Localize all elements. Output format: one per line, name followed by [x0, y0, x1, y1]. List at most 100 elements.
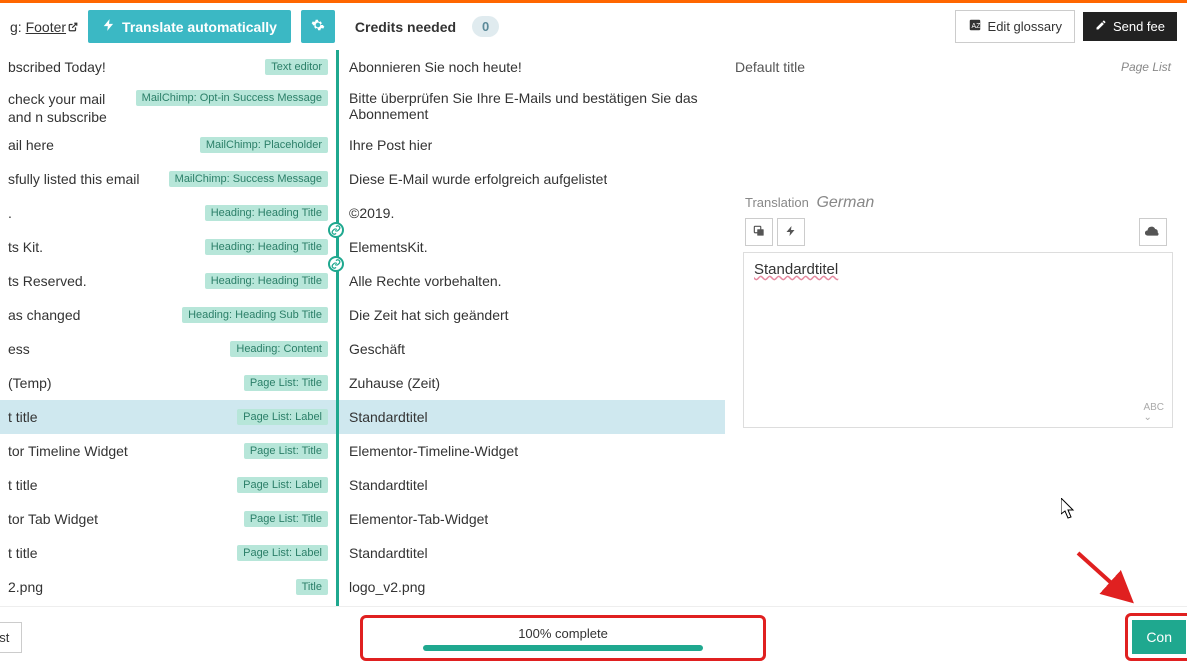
complete-button[interactable]: Con: [1132, 620, 1186, 654]
source-row[interactable]: t titlePage List: Label: [0, 468, 336, 502]
target-text: ElementsKit.: [349, 239, 428, 255]
copy-source-button[interactable]: [745, 218, 773, 246]
source-row[interactable]: ts Reserved.Heading: Heading Title: [0, 264, 336, 298]
source-row[interactable]: ts Kit.Heading: Heading Title: [0, 230, 336, 264]
target-row[interactable]: Standardtitel: [339, 536, 725, 570]
source-text: tor Timeline Widget: [8, 443, 244, 459]
target-row[interactable]: Abonnieren Sie noch heute!: [339, 50, 725, 84]
translate-button-label: Translate automatically: [122, 19, 277, 35]
source-row[interactable]: tor Tab WidgetPage List: Title: [0, 502, 336, 536]
cloud-button[interactable]: [1139, 218, 1167, 246]
glossary-icon: AZ: [968, 18, 982, 35]
source-row[interactable]: essHeading: Content: [0, 332, 336, 366]
source-row[interactable]: t titlePage List: Label: [0, 400, 336, 434]
target-text: Elementor-Timeline-Widget: [349, 443, 518, 459]
target-row[interactable]: Alle Rechte vorbehalten.: [339, 264, 725, 298]
target-row[interactable]: ElementsKit.: [339, 230, 725, 264]
send-feedback-button[interactable]: Send fee: [1083, 12, 1177, 41]
topbar-left: g: Footer Translate automatically Credit…: [10, 10, 499, 43]
copy-icon: [752, 224, 766, 241]
source-text: check your mail and n subscribe: [8, 90, 136, 126]
target-row[interactable]: Elementor-Tab-Widget: [339, 502, 725, 536]
source-row[interactable]: 2.pngTitle: [0, 570, 336, 604]
source-text: ail here: [8, 137, 200, 153]
edit-glossary-button[interactable]: AZ Edit glossary: [955, 10, 1075, 43]
source-tag: Page List: Title: [244, 443, 328, 459]
source-text: sfully listed this email: [8, 171, 169, 187]
source-tag: Title: [296, 579, 328, 595]
translation-language: German: [816, 194, 874, 211]
source-tag: Heading: Heading Sub Title: [182, 307, 328, 323]
target-text: Geschäft: [349, 341, 405, 357]
source-row[interactable]: check your mail and n subscribeMailChimp…: [0, 84, 336, 128]
topbar-right: AZ Edit glossary Send fee: [955, 10, 1177, 43]
source-row[interactable]: tor Timeline WidgetPage List: Title: [0, 434, 336, 468]
top-toolbar: g: Footer Translate automatically Credit…: [0, 0, 1187, 50]
editor-header: Default title Page List: [735, 50, 1177, 84]
source-row[interactable]: .Heading: Heading Title: [0, 196, 336, 230]
target-text: Zuhause (Zeit): [349, 375, 440, 391]
source-text: ts Kit.: [8, 239, 205, 255]
back-to-list-button[interactable]: to list: [0, 622, 22, 653]
progress-highlight: 100% complete: [360, 615, 766, 661]
source-row[interactable]: ail hereMailChimp: Placeholder: [0, 128, 336, 162]
translation-text: Standardtitel: [754, 261, 838, 278]
target-text: Alle Rechte vorbehalten.: [349, 273, 502, 289]
source-row[interactable]: (Temp)Page List: Title: [0, 366, 336, 400]
target-text: Abonnieren Sie noch heute!: [349, 59, 522, 75]
target-row[interactable]: Geschäft: [339, 332, 725, 366]
source-tag: Text editor: [265, 59, 328, 75]
translate-automatically-button[interactable]: Translate automatically: [88, 10, 291, 43]
source-tag: Heading: Content: [230, 341, 328, 357]
translating-link[interactable]: Footer: [26, 19, 78, 35]
translation-label-text: Translation: [745, 195, 809, 210]
target-text: ©2019.: [349, 205, 394, 221]
target-text: Ihre Post hier: [349, 137, 432, 153]
settings-button[interactable]: [301, 10, 335, 43]
target-text: Standardtitel: [349, 409, 428, 425]
target-text: Elementor-Tab-Widget: [349, 511, 488, 527]
source-tag: Page List: Label: [237, 477, 328, 493]
target-row[interactable]: logo_v2.png: [339, 570, 725, 604]
target-row[interactable]: ©2019.: [339, 196, 725, 230]
main-area: bscribed Today!Text editorcheck your mai…: [0, 50, 1187, 606]
source-tag: Page List: Title: [244, 375, 328, 391]
edit-glossary-label: Edit glossary: [988, 19, 1062, 34]
source-text: .: [8, 205, 205, 221]
editor-source-tag: Page List: [1121, 60, 1171, 74]
translation-textarea[interactable]: Standardtitel ABC⌄: [743, 252, 1173, 428]
target-row[interactable]: Ihre Post hier: [339, 128, 725, 162]
source-text: bscribed Today!: [8, 59, 265, 75]
external-link-icon: [68, 19, 78, 35]
target-row[interactable]: Diese E-Mail wurde erfolgreich aufgelist…: [339, 162, 725, 196]
target-text: Standardtitel: [349, 477, 428, 493]
source-text: 2.png: [8, 579, 296, 595]
source-tag: Heading: Heading Title: [205, 205, 328, 221]
auto-translate-button[interactable]: [777, 218, 805, 246]
target-text: logo_v2.png: [349, 579, 425, 595]
source-text: t title: [8, 409, 237, 425]
source-row[interactable]: sfully listed this emailMailChimp: Succe…: [0, 162, 336, 196]
editor-source-title: Default title: [735, 59, 805, 75]
target-row[interactable]: Standardtitel: [339, 468, 725, 502]
target-row[interactable]: Elementor-Timeline-Widget: [339, 434, 725, 468]
source-row[interactable]: t titlePage List: Label: [0, 536, 336, 570]
target-row[interactable]: Bitte überprüfen Sie Ihre E-Mails und be…: [339, 84, 725, 128]
gear-icon: [311, 19, 325, 35]
translation-label: Translation German: [735, 194, 1177, 212]
source-row[interactable]: bscribed Today!Text editor: [0, 50, 336, 84]
source-row[interactable]: as changedHeading: Heading Sub Title: [0, 298, 336, 332]
source-column: bscribed Today!Text editorcheck your mai…: [0, 50, 336, 606]
target-row[interactable]: Standardtitel: [339, 400, 725, 434]
source-text: (Temp): [8, 375, 244, 391]
target-row[interactable]: Zuhause (Zeit): [339, 366, 725, 400]
pencil-icon: [1095, 19, 1107, 34]
source-text: t title: [8, 545, 237, 561]
complete-button-highlight: Con: [1125, 613, 1187, 661]
source-tag: Heading: Heading Title: [205, 239, 328, 255]
target-text: Diese E-Mail wurde erfolgreich aufgelist…: [349, 171, 607, 187]
target-row[interactable]: Die Zeit hat sich geändert: [339, 298, 725, 332]
source-tag: Page List: Label: [237, 545, 328, 561]
target-text: Standardtitel: [349, 545, 428, 561]
footer-bar: to list 100% complete Con: [0, 606, 1187, 668]
